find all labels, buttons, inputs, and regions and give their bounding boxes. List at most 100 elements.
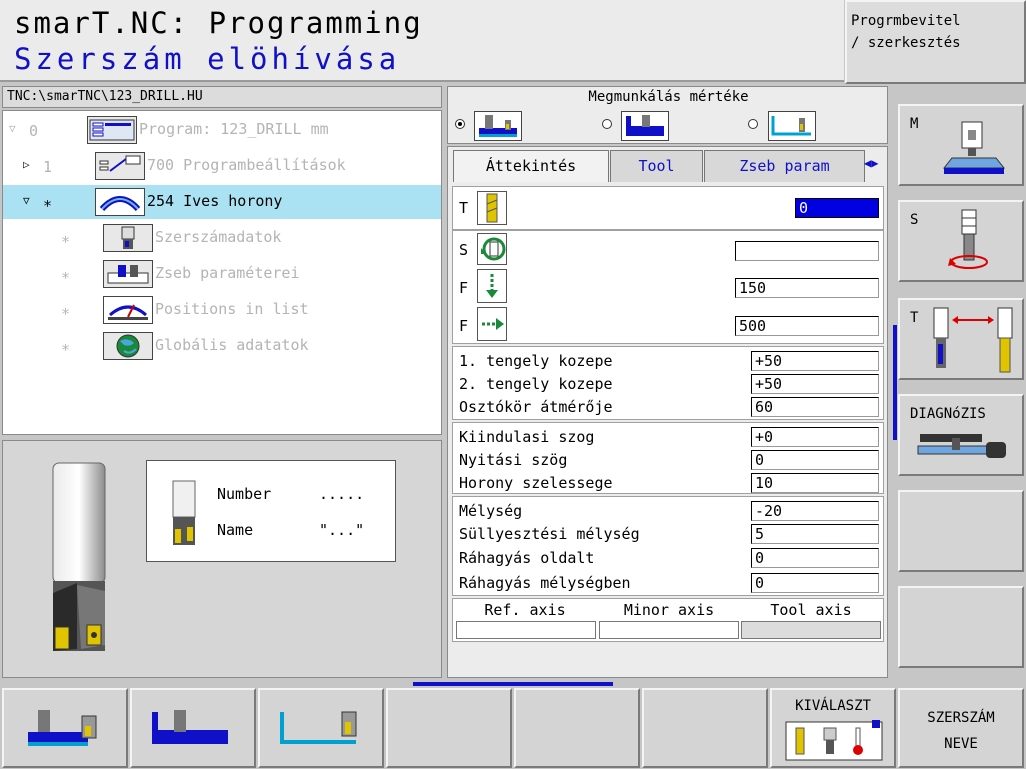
- softkey-empty-6[interactable]: [898, 586, 1024, 668]
- softkey-label: M: [910, 116, 919, 132]
- machining-scope: Megmunkálás mértéke: [447, 86, 888, 144]
- center-axis2-input[interactable]: +50: [751, 374, 879, 394]
- tree-row-settings[interactable]: ▷ 1 700 Programbeállítások: [3, 149, 441, 183]
- program-settings-icon: [95, 152, 145, 180]
- tree-row-number: ∗: [61, 338, 71, 356]
- radio-finishing[interactable]: [748, 119, 758, 129]
- milling-feed-icon: [477, 307, 507, 341]
- tool-number-input[interactable]: 0: [795, 198, 879, 218]
- finishing-icon[interactable]: [768, 111, 816, 141]
- center-axis1-label: 1. tengely kozepe: [459, 352, 613, 370]
- tool-name-label: Name: [217, 521, 254, 539]
- minor-axis-header: Minor axis: [623, 601, 715, 619]
- tab-pocket-params[interactable]: Zseb param: [704, 150, 865, 182]
- minor-axis-cell[interactable]: [599, 621, 739, 639]
- expand-icon[interactable]: ▷: [23, 158, 30, 171]
- tree-row-positions[interactable]: ∗ Positions in list: [3, 293, 441, 327]
- tree-row-tool-data[interactable]: ∗ Szerszámadatok: [3, 221, 441, 255]
- radio-roughing[interactable]: [602, 119, 612, 129]
- roughing-icon: [152, 710, 228, 744]
- pitch-diameter-input[interactable]: 60: [751, 397, 879, 417]
- tool-axis-header: Tool axis: [770, 601, 852, 619]
- collapse-icon[interactable]: ▽: [23, 194, 30, 207]
- tool-thumbnail-icon: [172, 480, 196, 545]
- tree-row-circular-slot[interactable]: ▽ ∗ 254 Ives horony: [3, 185, 441, 219]
- tab-scroll-arrows[interactable]: ◀▶: [864, 156, 878, 170]
- softkey-scroll-indicator: [893, 325, 897, 440]
- opening-angle-input[interactable]: 0: [751, 450, 879, 470]
- tool-info-box: Number ..... Name "...": [146, 460, 396, 562]
- tool-name-value: "...": [319, 521, 365, 539]
- tree-row-label: 700 Programbeállítások: [147, 156, 346, 174]
- spindle-speed-icon: [477, 233, 507, 265]
- feed-plunge-label: F: [459, 279, 469, 297]
- tool-number-value: .....: [319, 485, 365, 503]
- depth-input[interactable]: -20: [751, 501, 879, 521]
- tree-row-label: Globális adatatok: [155, 336, 309, 354]
- tree-row-global-data[interactable]: ∗ Globális adatatok: [3, 329, 441, 363]
- softkey-label-line1: SZERSZÁM: [927, 710, 995, 726]
- softkey-empty-5b[interactable]: [514, 688, 640, 768]
- start-angle-input[interactable]: +0: [751, 427, 879, 447]
- roughing-finishing-icon[interactable]: [474, 111, 522, 141]
- tab-overview[interactable]: Áttekintés: [453, 150, 609, 182]
- mode-indicator: Progrmbevitel / szerkesztés: [845, 0, 1026, 84]
- depth-group: Mélység -20 Süllyesztési mélység 5 Ráhag…: [452, 496, 884, 596]
- softkey-diagnosis[interactable]: DIAGNóZIS: [898, 394, 1024, 476]
- app-title: smarT.NC: Programming: [14, 6, 423, 40]
- side-allowance-label: Ráhagyás oldalt: [459, 549, 595, 567]
- softkey-empty-5[interactable]: [898, 490, 1024, 572]
- softkey-m-function[interactable]: M: [898, 104, 1024, 186]
- file-path: TNC:\smarTNC\123_DRILL.HU: [2, 86, 442, 108]
- tool-change-icon: [933, 307, 1013, 373]
- roughing-finishing-icon: [28, 710, 97, 746]
- mode-line-1: Progrmbevitel: [851, 13, 961, 29]
- angle-group: Kiindulasi szog +0 Nyitási szög 0 Horony…: [452, 422, 884, 494]
- pitch-diameter-label: Osztókör átmérője: [459, 398, 613, 416]
- softkey-tool-change[interactable]: T: [898, 298, 1024, 380]
- tree-row-program[interactable]: ▽ 0 Program: 123_DRILL mm: [3, 113, 441, 147]
- tool-data-icon: [103, 224, 153, 252]
- softkey-empty-6b[interactable]: [642, 688, 768, 768]
- softkey-tool-name[interactable]: SZERSZÁM NEVE: [898, 688, 1024, 768]
- softkey-finishing[interactable]: [258, 688, 384, 768]
- softkey-page-indicator: [413, 682, 613, 686]
- slot-width-input[interactable]: 10: [751, 473, 879, 493]
- softkey-roughing[interactable]: [130, 688, 256, 768]
- tab-tool[interactable]: Tool: [610, 150, 703, 182]
- plunge-depth-input[interactable]: 5: [751, 524, 879, 544]
- finishing-icon: [280, 711, 357, 744]
- floor-allowance-label: Ráhagyás mélységben: [459, 574, 631, 592]
- start-angle-label: Kiindulasi szog: [459, 428, 595, 446]
- tree-row-pocket-params[interactable]: ∗ Zseb paraméterei: [3, 257, 441, 291]
- tree-row-number: 1: [43, 158, 53, 176]
- spindle-speed-input[interactable]: [735, 241, 879, 261]
- tree-row-number: ∗: [61, 266, 71, 284]
- header-bar: smarT.NC: Programming Szerszám elöhívása: [0, 0, 844, 82]
- tree-row-number: ∗: [61, 230, 71, 248]
- feed-mill-input[interactable]: 500: [735, 316, 879, 336]
- slot-width-label: Horony szelessege: [459, 474, 613, 492]
- softkey-spindle[interactable]: S: [898, 200, 1024, 282]
- tree-row-label: Positions in list: [155, 300, 309, 318]
- select-tool-icon: [785, 720, 883, 761]
- softkey-empty-4[interactable]: [386, 688, 512, 768]
- side-allowance-input[interactable]: 0: [751, 548, 879, 568]
- softkey-select-tool[interactable]: KIVÁLASZT: [770, 688, 896, 768]
- softkey-roughing-finishing[interactable]: [2, 688, 128, 768]
- feed-plunge-input[interactable]: 150: [735, 278, 879, 298]
- ref-axis-cell[interactable]: [456, 621, 596, 639]
- mode-line-2: / szerkesztés: [851, 35, 961, 51]
- tool-label: T: [459, 199, 469, 217]
- floor-allowance-input[interactable]: 0: [751, 573, 879, 593]
- collapse-icon[interactable]: ▽: [9, 122, 16, 135]
- roughing-icon[interactable]: [621, 111, 669, 141]
- center-group: 1. tengely kozepe +50 2. tengely kozepe …: [452, 346, 884, 420]
- center-axis1-input[interactable]: +50: [751, 351, 879, 371]
- circular-slot-icon: [95, 188, 145, 216]
- tool-number-label: Number: [217, 485, 272, 503]
- center-axis2-label: 2. tengely kozepe: [459, 375, 613, 393]
- program-tree[interactable]: ▽ 0 Program: 123_DRILL mm ▷ 1 700 Progra…: [2, 110, 442, 435]
- radio-roughing-finishing[interactable]: [455, 119, 465, 129]
- page-title: Szerszám elöhívása: [14, 42, 401, 76]
